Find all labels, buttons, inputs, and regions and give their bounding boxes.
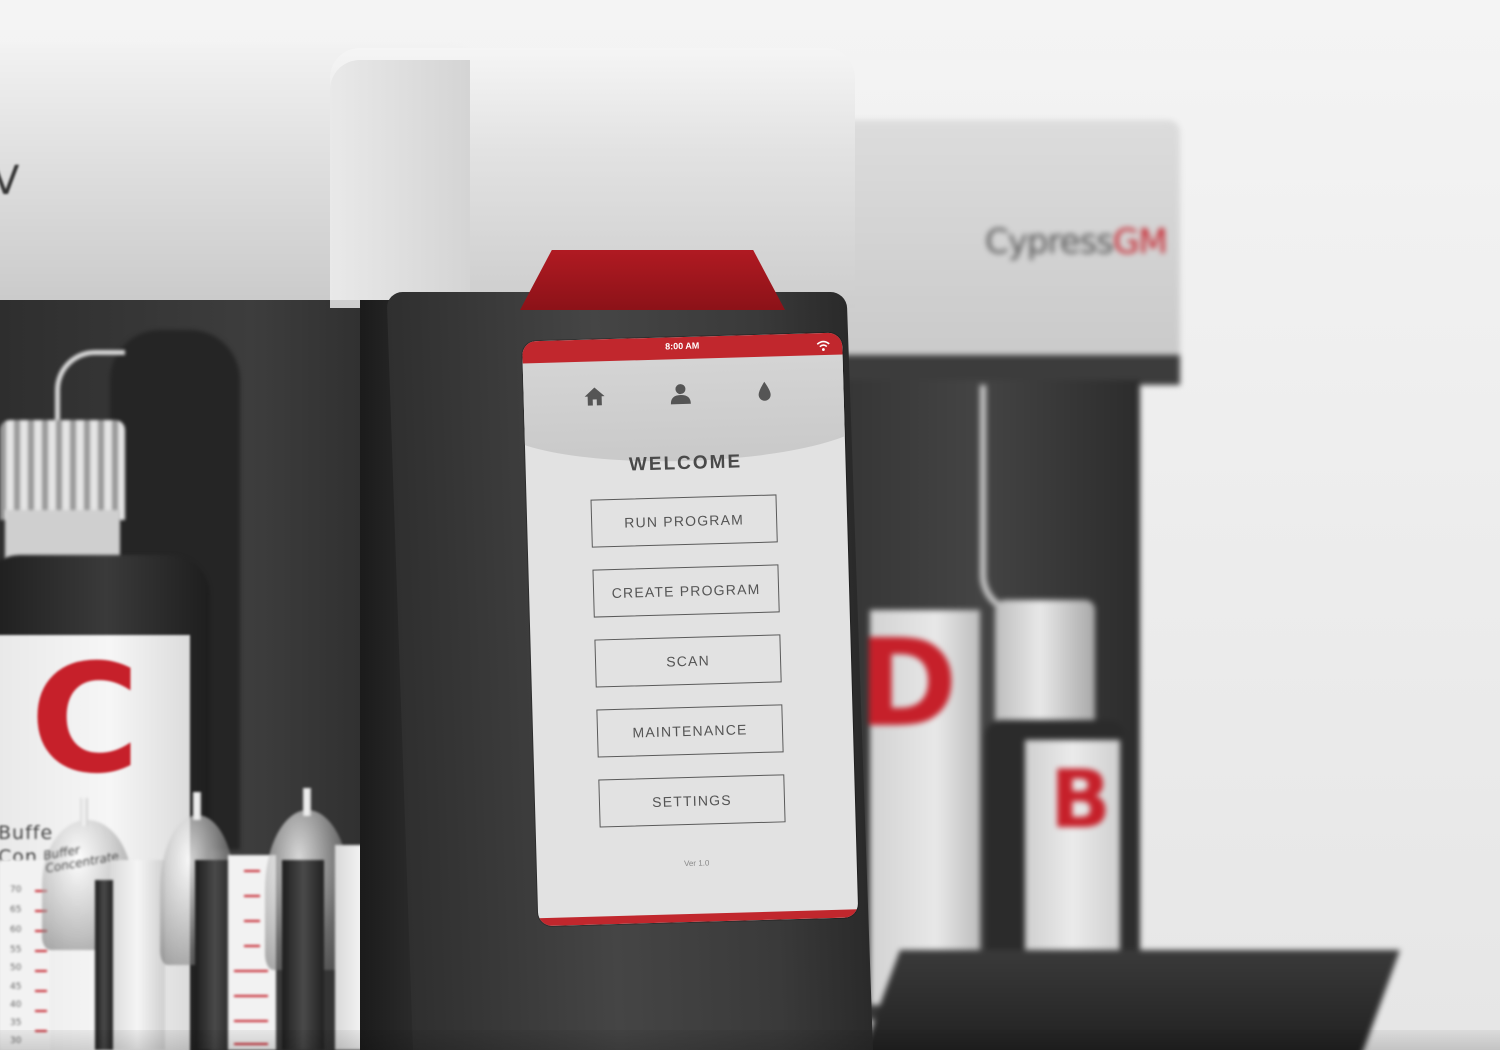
scale-label: 40 (10, 1000, 22, 1010)
scale-label: 70 (10, 885, 22, 895)
version-label: Ver 1.0 (683, 858, 710, 869)
scale-tick (244, 920, 260, 922)
maintenance-button[interactable]: MAINTENANCE (596, 704, 784, 758)
settings-button[interactable]: SETTINGS (598, 774, 786, 828)
scale-tick (35, 1010, 47, 1012)
user-button[interactable] (663, 377, 698, 412)
touch-screen: 8:00 AM WELCOME RUN PROGRAM CREATE PROGR… (522, 332, 859, 927)
background-tube (980, 385, 1040, 615)
device-red-accent (520, 250, 785, 310)
scale-tick (234, 995, 268, 997)
scale-tick (244, 895, 260, 897)
user-icon (669, 382, 692, 407)
floor-shadow (0, 1030, 1500, 1050)
background-letter-b: B (1050, 753, 1111, 846)
scale-label: 65 (10, 905, 22, 915)
home-button[interactable] (577, 379, 612, 414)
scale-label: 60 (10, 925, 22, 935)
scale-label: 50 (10, 963, 22, 973)
drop-button[interactable] (747, 374, 782, 409)
scan-button[interactable]: SCAN (594, 634, 782, 688)
run-program-button[interactable]: RUN PROGRAM (590, 494, 778, 548)
scale-label: 55 (10, 945, 22, 955)
scale-tick (244, 870, 260, 872)
background-machine-logo: CypressGM (985, 222, 1168, 262)
scale-tick (244, 945, 260, 947)
scale-label: 35 (10, 1018, 22, 1028)
syringe-dark-body (95, 880, 113, 1050)
syringe-tip (80, 798, 88, 826)
syringe-tip (303, 788, 311, 816)
home-icon (582, 385, 607, 408)
background-letter-d: D (858, 615, 958, 754)
syringe-tube (110, 860, 165, 1050)
scale-tick (35, 950, 47, 952)
wifi-icon (816, 337, 830, 351)
scale-tick (234, 970, 268, 972)
scale-tick (35, 970, 47, 972)
scale-tick (234, 1020, 268, 1022)
drop-icon (755, 379, 774, 403)
scale-label: 45 (10, 982, 22, 992)
product-scene: CypressGM D B V C Buffe Con 70 65 60 55 … (0, 0, 1500, 1050)
syringe-tip (193, 792, 201, 820)
background-bottle-cap (995, 600, 1095, 730)
background-logo-accent: GM (1113, 222, 1168, 262)
background-logo-text: Cypress (985, 222, 1114, 262)
create-program-button[interactable]: CREATE PROGRAM (592, 564, 780, 618)
syringe-dark-body (282, 860, 324, 1050)
scale-tick (35, 990, 47, 992)
device-top-shade (330, 60, 470, 300)
status-time: 8:00 AM (665, 340, 700, 352)
